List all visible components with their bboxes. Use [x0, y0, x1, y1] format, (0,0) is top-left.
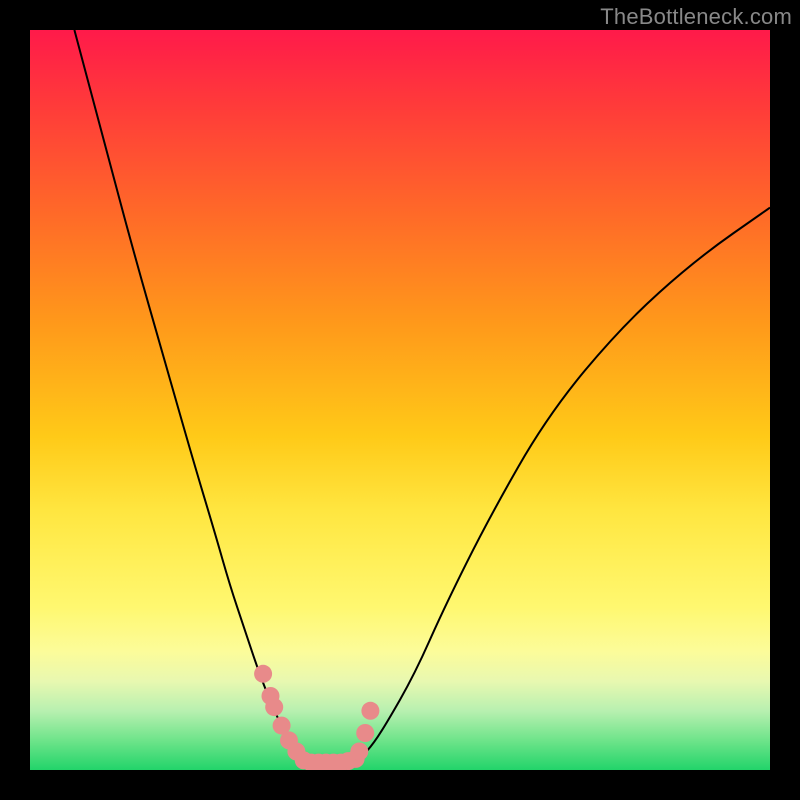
marker-point: [265, 698, 283, 716]
watermark-text: TheBottleneck.com: [600, 4, 792, 30]
chart-frame: TheBottleneck.com: [0, 0, 800, 800]
curve-left-curve: [74, 30, 303, 763]
marker-point: [356, 724, 374, 742]
marker-point: [361, 702, 379, 720]
curve-right-curve: [356, 208, 770, 763]
marker-point: [254, 665, 272, 683]
series-container: [74, 30, 770, 770]
marker-point: [350, 743, 368, 761]
chart-svg: [30, 30, 770, 770]
plot-area: [30, 30, 770, 770]
